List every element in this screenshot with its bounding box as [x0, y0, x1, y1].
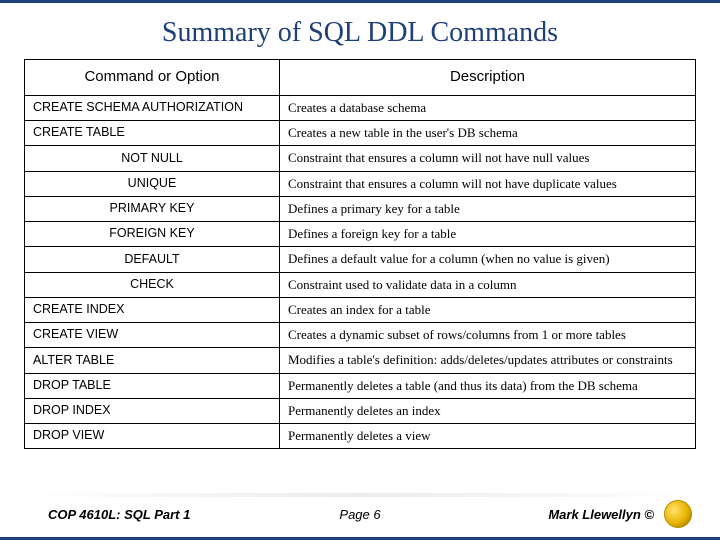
cell-command: ALTER TABLE: [25, 348, 280, 373]
cell-description: Creates a new table in the user's DB sch…: [279, 121, 695, 146]
cell-command: DROP INDEX: [25, 398, 280, 423]
cell-command: CREATE SCHEMA AUTHORIZATION: [25, 95, 280, 120]
cell-description: Defines a foreign key for a table: [279, 222, 695, 247]
table-row: CREATE INDEXCreates an index for a table: [25, 297, 696, 322]
cell-command: DROP VIEW: [25, 424, 280, 449]
table-header-row: Command or Option Description: [25, 60, 696, 96]
slide: Summary of SQL DDL Commands Command or O…: [0, 0, 720, 540]
table-row: UNIQUEConstraint that ensures a column w…: [25, 171, 696, 196]
cell-command: FOREIGN KEY: [25, 222, 280, 247]
footer-page: Page 6: [339, 507, 380, 522]
cell-command: DEFAULT: [25, 247, 280, 272]
footer: COP 4610L: SQL Part 1 Page 6 Mark Llewel…: [0, 497, 720, 531]
cell-description: Permanently deletes a view: [279, 424, 695, 449]
cell-description: Constraint that ensures a column will no…: [279, 171, 695, 196]
table-row: PRIMARY KEYDefines a primary key for a t…: [25, 196, 696, 221]
table-row: CREATE VIEWCreates a dynamic subset of r…: [25, 323, 696, 348]
ddl-commands-table: Command or Option Description CREATE SCH…: [24, 59, 696, 449]
header-command: Command or Option: [25, 60, 280, 96]
cell-command: CHECK: [25, 272, 280, 297]
cell-description: Creates a dynamic subset of rows/columns…: [279, 323, 695, 348]
cell-command: UNIQUE: [25, 171, 280, 196]
table-row: CREATE TABLECreates a new table in the u…: [25, 121, 696, 146]
cell-command: CREATE INDEX: [25, 297, 280, 322]
table-row: CHECKConstraint used to validate data in…: [25, 272, 696, 297]
table-row: NOT NULLConstraint that ensures a column…: [25, 146, 696, 171]
table-row: ALTER TABLEModifies a table's definition…: [25, 348, 696, 373]
table-container: Command or Option Description CREATE SCH…: [24, 59, 696, 449]
table-row: DROP VIEWPermanently deletes a view: [25, 424, 696, 449]
cell-description: Constraint used to validate data in a co…: [279, 272, 695, 297]
table-row: FOREIGN KEYDefines a foreign key for a t…: [25, 222, 696, 247]
table-row: DEFAULTDefines a default value for a col…: [25, 247, 696, 272]
footer-author: Mark Llewellyn ©: [548, 507, 654, 522]
cell-description: Creates a database schema: [279, 95, 695, 120]
cell-command: DROP TABLE: [25, 373, 280, 398]
table-row: CREATE SCHEMA AUTHORIZATIONCreates a dat…: [25, 95, 696, 120]
page-title: Summary of SQL DDL Commands: [0, 3, 720, 59]
cell-command: CREATE TABLE: [25, 121, 280, 146]
cell-description: Creates an index for a table: [279, 297, 695, 322]
header-description: Description: [279, 60, 695, 96]
cell-description: Modifies a table's definition: adds/dele…: [279, 348, 695, 373]
table-row: DROP INDEXPermanently deletes an index: [25, 398, 696, 423]
cell-command: NOT NULL: [25, 146, 280, 171]
cell-description: Defines a primary key for a table: [279, 196, 695, 221]
cell-command: CREATE VIEW: [25, 323, 280, 348]
institution-logo-icon: [664, 500, 692, 528]
footer-course: COP 4610L: SQL Part 1: [48, 507, 190, 522]
cell-description: Defines a default value for a column (wh…: [279, 247, 695, 272]
cell-description: Permanently deletes an index: [279, 398, 695, 423]
table-row: DROP TABLEPermanently deletes a table (a…: [25, 373, 696, 398]
cell-description: Permanently deletes a table (and thus it…: [279, 373, 695, 398]
cell-command: PRIMARY KEY: [25, 196, 280, 221]
cell-description: Constraint that ensures a column will no…: [279, 146, 695, 171]
